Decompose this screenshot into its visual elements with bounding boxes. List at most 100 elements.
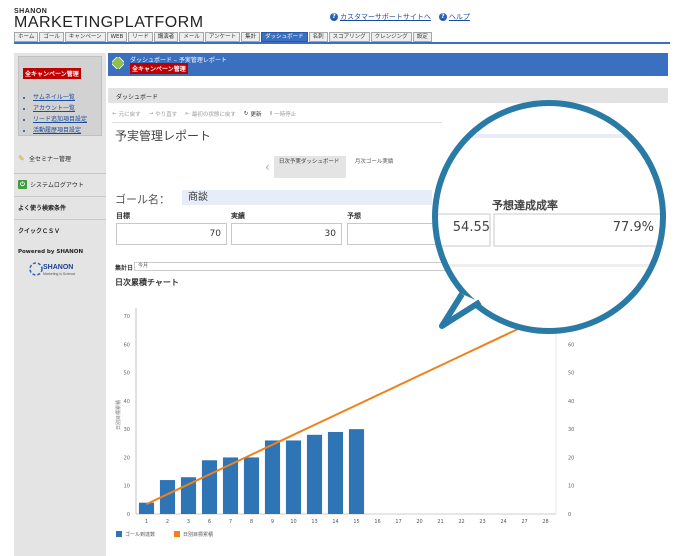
goal-name-label: ゴール名：	[115, 193, 170, 206]
y-tick-label: 10	[124, 484, 130, 490]
y-tick-label: 40	[124, 399, 130, 405]
undo-button[interactable]: ← 元に戻す	[112, 110, 141, 118]
sidebar-item-label: 全セミナー管理	[29, 156, 72, 163]
nav-tab[interactable]: クレンジング	[370, 32, 412, 42]
sidebar-item-label: よく使う検索条件	[18, 205, 67, 212]
toolbar-label: 最初の状態に戻す	[191, 112, 236, 118]
sidebar-item-syslog[interactable]: ⏻ システムログアウト	[14, 173, 106, 195]
y-right-tick-label: 20	[568, 455, 574, 461]
chart-line-group	[146, 315, 546, 506]
tab-daily-dashboard[interactable]: 日次予実ダッシュボード	[273, 156, 346, 178]
goal-name-value: 商談	[182, 190, 432, 205]
x-tick-label: 2	[166, 519, 169, 525]
summary-date-select[interactable]: 今月	[134, 262, 454, 271]
sidebar-item-seminar[interactable]: ✎ 全セミナー管理	[14, 154, 106, 163]
x-tick-label: 24	[500, 519, 506, 525]
campaign-panel-title[interactable]: 全キャンペーン管理	[23, 68, 81, 79]
y-tick-label: 70	[124, 314, 130, 320]
nav-tab[interactable]: ダッシュボード	[261, 32, 308, 42]
nav-tab[interactable]: スコアリング	[328, 32, 370, 42]
dashboard-icon	[112, 57, 124, 69]
campaign-panel: 全キャンペーン管理 サムネイル一覧 アカウント一覧 リード追加項目設定 活動履歴…	[18, 56, 102, 136]
x-tick-label: 7	[229, 519, 232, 525]
forecast-label: 予想	[347, 212, 361, 220]
nav-tab[interactable]: ホーム	[14, 32, 39, 42]
redo-icon: →	[148, 111, 154, 117]
nav-tab[interactable]: WEB	[106, 32, 128, 42]
y-right-tick-label: 30	[568, 427, 574, 433]
nav-tab[interactable]: 名刺	[308, 32, 328, 42]
help-link[interactable]: ? ヘルプ	[438, 12, 470, 22]
magnifier-callout	[432, 100, 666, 334]
x-tick-label: 27	[521, 519, 527, 525]
x-tick-label: 10	[290, 519, 296, 525]
x-tick-label: 20	[416, 519, 422, 525]
chart-bars	[138, 429, 365, 514]
legend-swatch	[174, 531, 180, 537]
chart-bar	[327, 431, 344, 514]
x-tick-label: 17	[395, 519, 401, 525]
toolbar-label: 元に戻す	[118, 112, 141, 118]
redo-button[interactable]: → やり直す	[149, 110, 178, 118]
x-tick-label: 3	[187, 519, 190, 525]
x-tick-label: 8	[250, 519, 253, 525]
nav-tab[interactable]: リード	[128, 32, 153, 42]
y-tick-label: 0	[127, 512, 130, 518]
chart-bar	[138, 502, 155, 514]
page-title: 予実管理レポート	[115, 129, 212, 143]
chart-bar	[348, 429, 365, 514]
chart-bar	[243, 457, 260, 514]
powered-by-text: Powered by SHANON	[18, 249, 84, 255]
x-tick-label: 23	[479, 519, 485, 525]
undo-icon: ←	[112, 111, 117, 117]
reset-button[interactable]: ⇤ 最初の状態に戻す	[185, 110, 236, 118]
nav-underline	[14, 42, 670, 44]
page-header-band: ダッシュボード – 予実管理レポート 全キャンペーン管理	[108, 53, 668, 76]
x-tick-label: 21	[437, 519, 443, 525]
nav-tab[interactable]: アンケート	[204, 32, 241, 42]
sidebar-link-activity-fields[interactable]: 活動履歴項目設定	[33, 125, 97, 134]
sidebar-item-quick-csv[interactable]: クイックＣＳＶ	[14, 219, 106, 241]
chevron-left-icon[interactable]: ‹	[265, 160, 270, 174]
x-tick-label: 1	[145, 519, 148, 525]
chart-bar	[201, 460, 218, 514]
support-site-link[interactable]: ? カスタマーサポートサイトへ	[330, 12, 431, 22]
x-tick-label: 15	[353, 519, 359, 525]
nav-tab[interactable]: キャンペーン	[64, 32, 106, 42]
y-right-tick-label: 0	[568, 512, 571, 518]
forecast-value-partial	[347, 223, 437, 245]
x-tick-label: 16	[374, 519, 380, 525]
nav-tab[interactable]: 講演者	[153, 32, 179, 42]
actual-label: 実績	[231, 212, 245, 220]
header-links: ? カスタマーサポートサイトへ ? ヘルプ	[330, 12, 470, 22]
logo-tagline: Marketing is Science	[43, 272, 75, 276]
legend-label: ゴール到達数	[125, 531, 155, 538]
logo-wordmark: SHANON	[43, 264, 73, 271]
chart-bar	[306, 434, 323, 514]
y-tick-label: 60	[124, 342, 130, 348]
sidebar-link-thumbnails[interactable]: サムネイル一覧	[33, 92, 97, 101]
summary-date-label: 集計日	[115, 265, 134, 272]
report-tabs: ‹ 日次予実ダッシュボード 月次ゴール実績	[265, 156, 422, 178]
pause-button[interactable]: Ⅱ 一時停止	[270, 110, 297, 118]
y-tick-label: 20	[124, 455, 130, 461]
sidebar-item-label: システムログアウト	[30, 182, 84, 189]
toolbar-label: 更新	[250, 112, 262, 118]
brand-logo: MARKETINGPLATFORM	[14, 14, 204, 31]
sidebar-link-accounts[interactable]: アカウント一覧	[33, 103, 97, 112]
tab-monthly-goal[interactable]: 月次ゴール実績	[350, 156, 422, 178]
chart-legend: ゴール到達数 日別目標累積	[116, 531, 213, 538]
y-tick-label: 50	[124, 371, 130, 377]
actual-value: 30	[231, 223, 342, 245]
refresh-button[interactable]: ↻ 更新	[244, 110, 262, 118]
y-right-tick-label: 10	[568, 484, 574, 490]
reset-icon: ⇤	[185, 111, 190, 117]
nav-tab[interactable]: 集計	[241, 32, 261, 42]
nav-tab[interactable]: 設定	[412, 32, 432, 42]
nav-tab[interactable]: メール	[179, 32, 204, 42]
y-right-tick-label: 50	[568, 371, 574, 377]
nav-tab[interactable]: ゴール	[39, 32, 64, 42]
sidebar-link-lead-fields[interactable]: リード追加項目設定	[33, 114, 97, 123]
magnified-forecast-value: 54.55	[452, 220, 490, 235]
sidebar-item-saved-search[interactable]: よく使う検索条件	[14, 196, 106, 218]
